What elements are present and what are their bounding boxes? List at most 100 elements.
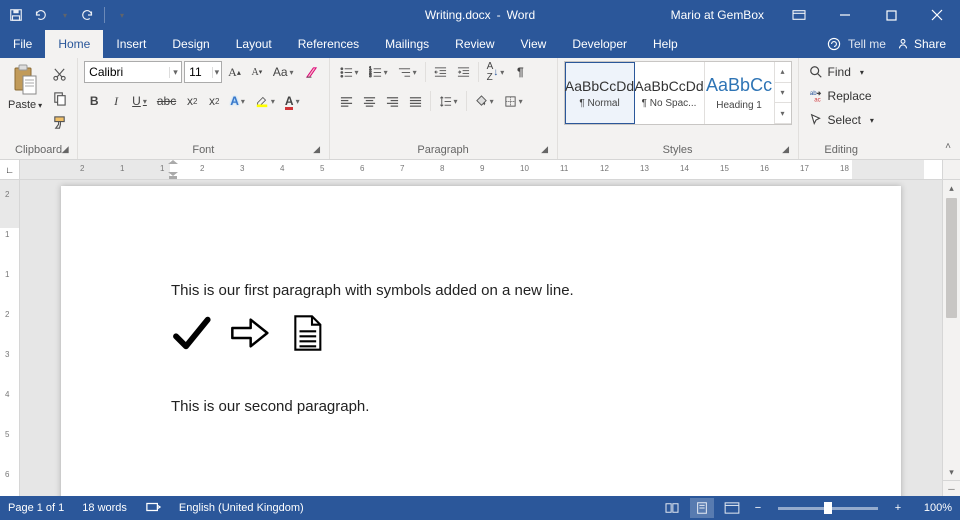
split-view-handle[interactable]: ─: [943, 480, 960, 496]
web-layout-button[interactable]: [720, 498, 744, 518]
grow-font-button[interactable]: A▴: [224, 61, 245, 83]
minimize-button[interactable]: [822, 0, 868, 30]
undo-dropdown[interactable]: [54, 5, 74, 25]
tab-insert[interactable]: Insert: [103, 30, 159, 58]
document-area[interactable]: This is our first paragraph with symbols…: [20, 180, 942, 496]
decrease-indent-button[interactable]: [430, 61, 451, 83]
numbering-button[interactable]: 123: [365, 61, 392, 83]
symbol-row[interactable]: [171, 313, 791, 353]
styles-gallery[interactable]: AaBbCcDd¶ NormalAaBbCcDd¶ No Spac...AaBb…: [564, 61, 792, 125]
tab-layout[interactable]: Layout: [223, 30, 285, 58]
paragraph-1[interactable]: This is our first paragraph with symbols…: [171, 281, 791, 301]
vertical-ruler[interactable]: 211234567: [0, 180, 20, 496]
styles-expand[interactable]: ▾: [775, 103, 791, 124]
superscript-button[interactable]: x2: [204, 90, 224, 112]
tab-mailings[interactable]: Mailings: [372, 30, 442, 58]
word-count[interactable]: 18 words: [82, 502, 127, 514]
sort-button[interactable]: AZ↓: [483, 61, 509, 83]
highlight-button[interactable]: [251, 90, 279, 112]
close-button[interactable]: [914, 0, 960, 30]
horizontal-ruler[interactable]: 21123456789101112131415161718: [20, 160, 942, 179]
shading-button[interactable]: [471, 90, 498, 112]
tab-developer[interactable]: Developer: [559, 30, 640, 58]
replace-button[interactable]: abac Replace: [805, 85, 878, 107]
print-layout-button[interactable]: [690, 498, 714, 518]
tab-design[interactable]: Design: [159, 30, 222, 58]
tab-view[interactable]: View: [508, 30, 560, 58]
zoom-level[interactable]: 100%: [912, 502, 952, 514]
checkmark-symbol[interactable]: [171, 313, 211, 353]
paragraph-launcher[interactable]: ◢: [539, 144, 551, 156]
underline-button[interactable]: U: [128, 90, 151, 112]
font-launcher[interactable]: ◢: [311, 144, 323, 156]
increase-indent-button[interactable]: [453, 61, 474, 83]
tab-selector[interactable]: ∟: [0, 160, 20, 179]
find-button[interactable]: Find▾: [805, 61, 878, 83]
document-symbol[interactable]: [287, 313, 327, 353]
justify-button[interactable]: [405, 90, 426, 112]
style-item[interactable]: AaBbCcDd¶ No Spac...: [635, 62, 705, 124]
zoom-slider[interactable]: [778, 507, 878, 510]
zoom-in-button[interactable]: +: [890, 502, 906, 514]
style-item[interactable]: AaBbCcHeading 1: [705, 62, 775, 124]
tab-references[interactable]: References: [285, 30, 372, 58]
spellcheck-indicator[interactable]: [145, 500, 161, 517]
font-size-combo[interactable]: ▾: [184, 61, 222, 83]
user-name[interactable]: Mario at GemBox: [659, 8, 776, 22]
tell-me-search[interactable]: Tell me: [826, 36, 886, 52]
borders-button[interactable]: [500, 90, 527, 112]
bold-button[interactable]: B: [84, 90, 104, 112]
select-button[interactable]: Select▾: [805, 109, 878, 131]
page[interactable]: This is our first paragraph with symbols…: [61, 186, 901, 496]
vertical-scrollbar[interactable]: ▴ ▾ ─: [942, 180, 960, 496]
styles-launcher[interactable]: ◢: [780, 144, 792, 156]
save-icon[interactable]: [6, 5, 26, 25]
align-left-button[interactable]: [336, 90, 357, 112]
copy-button[interactable]: [48, 87, 71, 109]
style-item[interactable]: AaBbCcDd¶ Normal: [565, 62, 635, 124]
scroll-down-button[interactable]: ▾: [943, 464, 960, 480]
scroll-up-button[interactable]: ▴: [943, 180, 960, 196]
zoom-slider-thumb[interactable]: [824, 502, 832, 514]
clipboard-launcher[interactable]: ◢: [59, 144, 71, 156]
ribbon-display-options[interactable]: [776, 0, 822, 30]
format-painter-button[interactable]: [48, 111, 71, 133]
zoom-out-button[interactable]: −: [750, 502, 766, 514]
tab-review[interactable]: Review: [442, 30, 507, 58]
paragraph-2[interactable]: This is our second paragraph.: [171, 397, 791, 417]
align-right-button[interactable]: [382, 90, 403, 112]
redo-icon[interactable]: [78, 5, 98, 25]
cut-button[interactable]: [48, 63, 71, 85]
align-center-button[interactable]: [359, 90, 380, 112]
tab-help[interactable]: Help: [640, 30, 691, 58]
font-color-button[interactable]: A: [281, 90, 304, 112]
language-indicator[interactable]: English (United Kingdom): [179, 502, 304, 514]
styles-scroll-down[interactable]: ▾: [775, 83, 791, 104]
shrink-font-button[interactable]: A▾: [247, 61, 267, 83]
show-hide-marks-button[interactable]: ¶: [510, 61, 530, 83]
maximize-button[interactable]: [868, 0, 914, 30]
collapse-ribbon-button[interactable]: ˄: [940, 141, 956, 155]
italic-button[interactable]: I: [106, 90, 126, 112]
ribbon-tabs: FileHomeInsertDesignLayoutReferencesMail…: [0, 30, 960, 58]
text-effects-button[interactable]: A: [226, 90, 249, 112]
qat-customize[interactable]: [111, 5, 131, 25]
tab-file[interactable]: File: [0, 30, 45, 58]
share-button[interactable]: Share: [896, 37, 946, 51]
page-indicator[interactable]: Page 1 of 1: [8, 502, 64, 514]
read-mode-button[interactable]: [660, 498, 684, 518]
clear-formatting-button[interactable]: [300, 61, 323, 83]
font-name-combo[interactable]: ▾: [84, 61, 182, 83]
scroll-thumb[interactable]: [946, 198, 957, 318]
arrow-right-symbol[interactable]: [229, 313, 269, 353]
undo-icon[interactable]: [30, 5, 50, 25]
line-spacing-button[interactable]: [435, 90, 462, 112]
styles-scroll-up[interactable]: ▴: [775, 62, 791, 83]
strikethrough-button[interactable]: abc: [153, 90, 180, 112]
multilevel-list-button[interactable]: [394, 61, 421, 83]
paste-button[interactable]: Paste▾: [6, 61, 44, 113]
subscript-button[interactable]: x2: [182, 90, 202, 112]
bullets-button[interactable]: [336, 61, 363, 83]
change-case-button[interactable]: Aa: [269, 61, 298, 83]
tab-home[interactable]: Home: [45, 30, 103, 58]
